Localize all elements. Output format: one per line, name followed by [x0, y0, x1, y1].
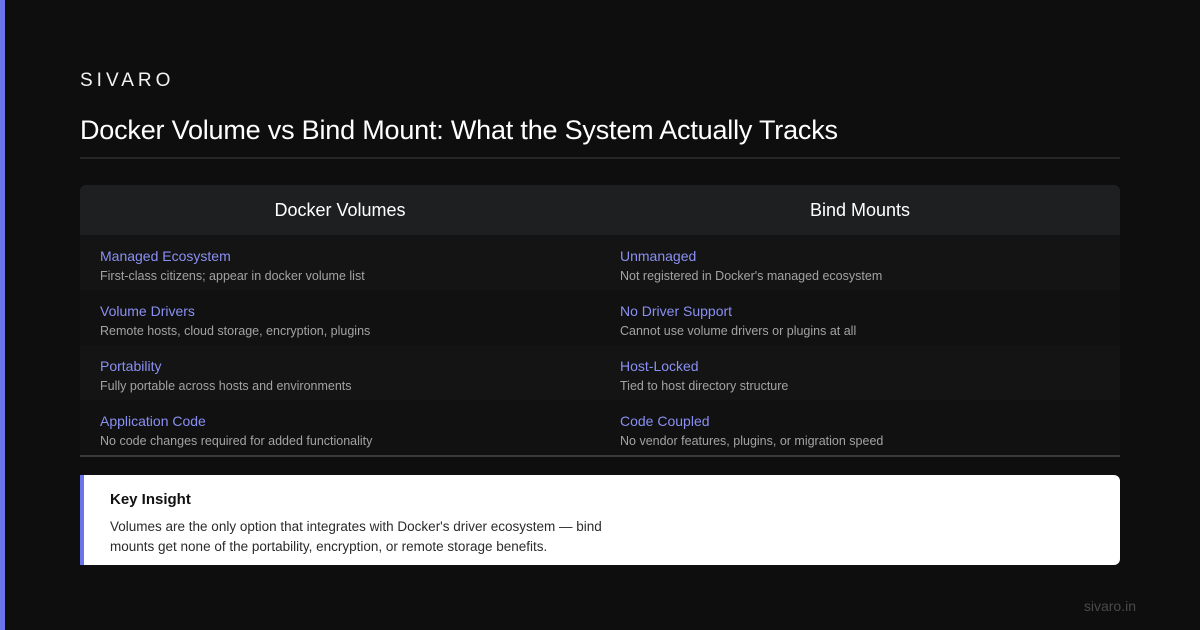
- volume-feature-title: Portability: [100, 358, 162, 374]
- bind-mount-feature-title: Unmanaged: [620, 248, 697, 264]
- bind-mount-feature-description: Not registered in Docker's managed ecosy…: [620, 269, 883, 283]
- volume-feature-title: Volume Drivers: [100, 303, 195, 319]
- comparison-row: Volume Drivers Remote hosts, cloud stora…: [80, 290, 1120, 345]
- bind-mount-feature-description: Cannot use volume drivers or plugins at …: [620, 324, 857, 338]
- bind-mount-cell: No Driver Support Cannot use volume driv…: [600, 290, 1120, 345]
- brand-logo-text: SIVARO: [80, 70, 175, 91]
- volume-cell: Volume Drivers Remote hosts, cloud stora…: [80, 290, 600, 345]
- comparison-row: Portability Fully portable across hosts …: [80, 345, 1120, 400]
- volume-cell: Portability Fully portable across hosts …: [80, 345, 600, 400]
- volume-feature-description: No code changes required for added funct…: [100, 434, 373, 448]
- bind-mount-cell: Host-Locked Tied to host directory struc…: [600, 345, 1120, 400]
- volume-feature-title: Managed Ecosystem: [100, 248, 231, 264]
- comparison-header-row: Docker Volumes Bind Mounts: [80, 185, 1120, 235]
- comparison-table: Docker Volumes Bind Mounts Managed Ecosy…: [80, 185, 1120, 457]
- left-accent-bar: [0, 0, 5, 630]
- bind-mount-cell: Code Coupled No vendor features, plugins…: [600, 400, 1120, 455]
- table-bottom-rule: [80, 455, 1120, 457]
- key-insight-callout: Key Insight Volumes are the only option …: [80, 475, 1120, 565]
- column-header-docker-volumes: Docker Volumes: [80, 185, 600, 235]
- volume-cell: Application Code No code changes require…: [80, 400, 600, 455]
- title-divider: [80, 157, 1120, 159]
- volume-feature-description: Fully portable across hosts and environm…: [100, 379, 352, 393]
- column-header-bind-mounts: Bind Mounts: [600, 185, 1120, 235]
- volume-cell: Managed Ecosystem First-class citizens; …: [80, 235, 600, 290]
- volume-feature-description: Remote hosts, cloud storage, encryption,…: [100, 324, 371, 338]
- volume-feature-title: Application Code: [100, 413, 206, 429]
- bind-mount-feature-title: Host-Locked: [620, 358, 699, 374]
- page-title: Docker Volume vs Bind Mount: What the Sy…: [80, 115, 838, 145]
- comparison-row: Application Code No code changes require…: [80, 400, 1120, 455]
- volume-feature-description: First-class citizens; appear in docker v…: [100, 269, 365, 283]
- insight-text: Volumes are the only option that integra…: [110, 519, 602, 554]
- comparison-row: Managed Ecosystem First-class citizens; …: [80, 235, 1120, 290]
- bind-mount-feature-description: Tied to host directory structure: [620, 379, 789, 393]
- bind-mount-cell: Unmanaged Not registered in Docker's man…: [600, 235, 1120, 290]
- bind-mount-feature-title: Code Coupled: [620, 413, 710, 429]
- insight-title: Key Insight: [110, 491, 191, 508]
- bind-mount-feature-title: No Driver Support: [620, 303, 733, 319]
- footer-site-url: sivaro.in: [1083, 598, 1136, 614]
- page: SIVARO Docker Volume vs Bind Mount: What…: [0, 0, 1200, 630]
- bind-mount-feature-description: No vendor features, plugins, or migratio…: [620, 434, 884, 448]
